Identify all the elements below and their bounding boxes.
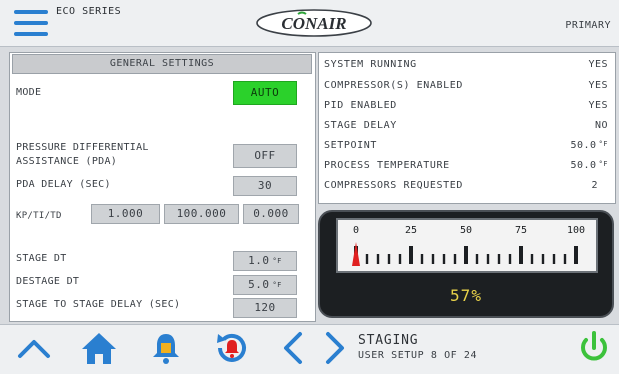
process-temp-unit: °F xyxy=(598,160,608,168)
status-label: PROCESS TEMPERATURE xyxy=(324,160,450,171)
destage-dt-input[interactable]: 5.0 °F xyxy=(233,275,297,295)
up-arrow-icon xyxy=(18,340,50,358)
destage-dt-value: 5.0 xyxy=(248,278,270,291)
status-value: YES xyxy=(588,80,608,91)
power-button[interactable] xyxy=(574,328,614,368)
status-label: SYSTEM RUNNING xyxy=(324,59,417,70)
gauge-tick xyxy=(376,254,380,264)
up-arrow-button[interactable] xyxy=(14,328,54,368)
alarm-button[interactable] xyxy=(146,328,186,368)
gauge-scale: 0 25 50 75 100 xyxy=(352,225,585,266)
gauge-tick xyxy=(486,254,490,264)
gauge-scale-label: 75 xyxy=(515,225,527,236)
status-value: 50.0 °F xyxy=(570,160,608,171)
status-label: COMPRESSOR(S) ENABLED xyxy=(324,80,464,91)
gauge-scale-label: 0 xyxy=(353,225,359,236)
status-value: YES xyxy=(588,100,608,111)
gauge-percent-readout: 57% xyxy=(450,286,482,305)
gauge-tick xyxy=(453,254,457,264)
status-row: PID ENABLED YES xyxy=(324,100,608,120)
status-value: NO xyxy=(594,120,608,131)
home-icon xyxy=(82,333,116,364)
previous-screen-button[interactable] xyxy=(274,328,314,368)
stage-dt-label: STAGE DT xyxy=(16,253,67,264)
ti-input[interactable]: 100.000 xyxy=(164,204,239,224)
gauge-tick xyxy=(464,246,468,264)
alarm-history-button[interactable] xyxy=(212,328,252,368)
home-button[interactable] xyxy=(79,328,119,368)
unit-role-label: PRIMARY xyxy=(565,20,611,31)
gauge-scale-label: 100 xyxy=(567,225,585,236)
gauge-tick xyxy=(387,254,391,264)
gauge-tick xyxy=(508,254,512,264)
gauge-tick xyxy=(442,254,446,264)
gauge-tick xyxy=(530,254,534,264)
status-label: STAGE DELAY xyxy=(324,120,397,131)
gauge-scale-label: 50 xyxy=(460,225,472,236)
series-label: ECO SERIES xyxy=(56,6,122,17)
gauge-tick xyxy=(431,254,435,264)
status-row: SYSTEM RUNNING YES xyxy=(324,59,608,79)
screen-title: STAGING xyxy=(358,333,419,348)
gauge-face: 0 25 50 75 100 xyxy=(336,218,598,273)
gauge-tick xyxy=(398,254,402,264)
status-value: YES xyxy=(588,59,608,70)
status-value: 50.0 °F xyxy=(570,140,608,151)
prev-arrow-icon xyxy=(284,332,302,364)
pda-toggle-button[interactable]: OFF xyxy=(233,144,297,168)
gauge-tick xyxy=(420,254,424,264)
pda-label: PRESSURE DIFFERENTIAL ASSISTANCE (PDA) xyxy=(16,142,149,167)
setpoint-value: 50.0 xyxy=(570,140,597,151)
status-label: SETPOINT xyxy=(324,140,377,151)
gauge-scale-label: 25 xyxy=(405,225,417,236)
gauge-needle xyxy=(352,242,360,266)
stage-dt-unit: °F xyxy=(272,257,282,265)
destage-dt-unit: °F xyxy=(272,281,282,289)
status-label: PID ENABLED xyxy=(324,100,397,111)
status-value: 2 xyxy=(591,180,598,191)
gauge-tick xyxy=(519,246,523,264)
status-row: COMPRESSORS REQUESTED 2 xyxy=(324,180,608,200)
alarm-history-icon xyxy=(217,333,246,362)
status-row: SETPOINT 50.0 °F xyxy=(324,140,608,160)
mode-label: MODE xyxy=(16,87,42,98)
gauge-tick xyxy=(574,246,578,264)
stage-dt-input[interactable]: 1.0 °F xyxy=(233,251,297,271)
conair-logo: CONAIR xyxy=(254,8,374,38)
stage-to-stage-delay-label: STAGE TO STAGE DELAY (SEC) xyxy=(16,299,181,310)
gauge-tick xyxy=(365,254,369,264)
next-arrow-icon xyxy=(326,332,344,364)
alarm-bell-icon xyxy=(153,334,179,364)
status-row: STAGE DELAY NO xyxy=(324,120,608,140)
kp-ti-td-label: KP/TI/TD xyxy=(16,211,62,221)
td-input[interactable]: 0.000 xyxy=(243,204,299,224)
status-row: COMPRESSOR(S) ENABLED YES xyxy=(324,80,608,100)
pda-delay-label: PDA DELAY (SEC) xyxy=(16,179,111,190)
gauge-tick xyxy=(475,254,479,264)
gauge-tick xyxy=(409,246,413,264)
setpoint-unit: °F xyxy=(598,140,608,148)
gauge-tick xyxy=(541,254,545,264)
mode-auto-button[interactable]: AUTO xyxy=(233,81,297,105)
svg-text:CONAIR: CONAIR xyxy=(281,14,346,33)
gauge-tick xyxy=(497,254,501,264)
gauge-tick xyxy=(552,254,556,264)
kp-input[interactable]: 1.000 xyxy=(91,204,160,224)
status-row: PROCESS TEMPERATURE 50.0 °F xyxy=(324,160,608,180)
destage-dt-label: DESTAGE DT xyxy=(16,276,80,287)
status-label: COMPRESSORS REQUESTED xyxy=(324,180,464,191)
next-screen-button[interactable] xyxy=(314,328,354,368)
general-settings-title: GENERAL SETTINGS xyxy=(12,54,312,74)
stage-dt-value: 1.0 xyxy=(248,254,270,267)
gauge-tick xyxy=(563,254,567,264)
process-temp-value: 50.0 xyxy=(570,160,597,171)
stage-to-stage-delay-input[interactable]: 120 xyxy=(233,298,297,318)
screen-subtitle: USER SETUP 8 OF 24 xyxy=(358,350,478,361)
menu-icon[interactable] xyxy=(14,8,48,38)
power-icon xyxy=(581,331,607,361)
pda-delay-input[interactable]: 30 xyxy=(233,176,297,196)
